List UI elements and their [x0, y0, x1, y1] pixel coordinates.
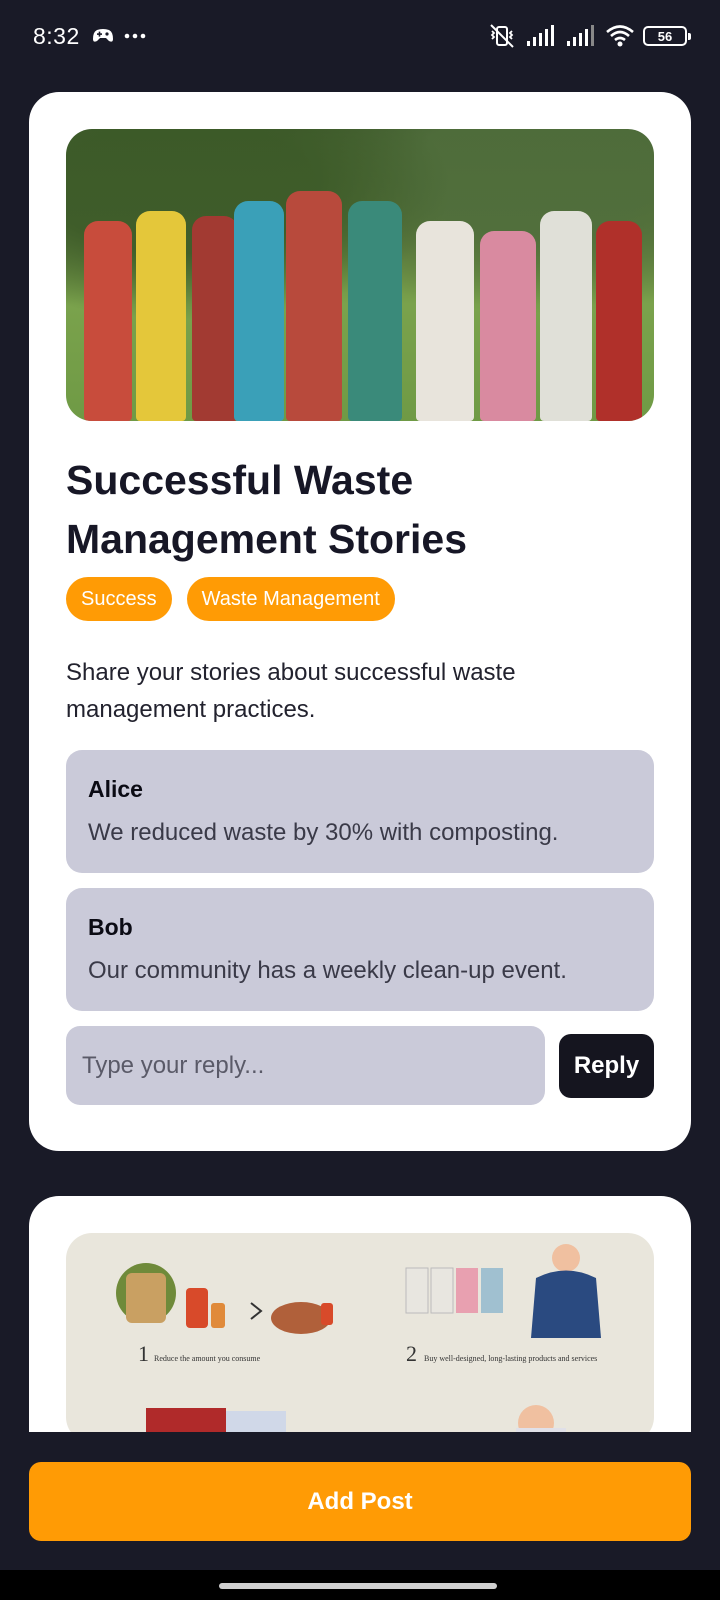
tag-success[interactable]: Success: [66, 577, 172, 621]
mute-vibrate-icon: [487, 23, 517, 49]
photo-figure: [136, 211, 186, 421]
photo-figure: [348, 201, 402, 421]
photo-figure: [192, 216, 238, 421]
infographic-illustration: 1 Reduce the amount you consume 2 Buy we…: [116, 1244, 601, 1432]
step-number: 2: [406, 1341, 417, 1366]
signal-1-icon: [525, 25, 557, 47]
reply-composer: Reply: [66, 1026, 654, 1105]
step-text: Buy well-designed, long-lasting products…: [424, 1354, 597, 1363]
home-indicator[interactable]: [219, 1583, 497, 1589]
reply-item: Bob Our community has a weekly clean-up …: [66, 888, 654, 1011]
reply-item: Alice We reduced waste by 30% with compo…: [66, 750, 654, 873]
post-card: 1 Reduce the amount you consume 2 Buy we…: [29, 1196, 691, 1432]
photo-figure: [540, 211, 592, 421]
battery-level: 56: [657, 28, 673, 44]
post-feed[interactable]: Successful Waste Management Stories Succ…: [0, 72, 720, 1432]
photo-figure: [416, 221, 474, 421]
reply-author: Alice: [88, 776, 143, 802]
tag-waste-management[interactable]: Waste Management: [186, 577, 395, 621]
post-card: Successful Waste Management Stories Succ…: [29, 92, 691, 1151]
photo-figure: [480, 231, 536, 421]
navigation-bar: [0, 1570, 720, 1600]
step-text: Reduce the amount you consume: [154, 1354, 261, 1363]
status-bar: 8:32 56: [0, 0, 720, 72]
post-image-infographic: 1 Reduce the amount you consume 2 Buy we…: [66, 1233, 654, 1432]
step-number: 1: [138, 1341, 149, 1366]
reply-text: Our community has a weekly clean-up even…: [88, 957, 567, 984]
photo-figure: [286, 191, 342, 421]
add-post-button[interactable]: Add Post: [29, 1462, 691, 1541]
photo-figure: [596, 221, 642, 421]
wifi-icon: [605, 24, 635, 48]
post-title: Successful Waste Management Stories: [66, 457, 467, 562]
battery-icon: 56: [643, 26, 691, 46]
reply-input[interactable]: [66, 1026, 545, 1105]
game-controller-icon: [92, 28, 114, 44]
reply-author: Bob: [88, 914, 133, 940]
signal-2-icon: [565, 25, 597, 47]
status-time: 8:32: [33, 22, 80, 49]
tag-list: Success Waste Management: [66, 577, 654, 621]
reply-text: We reduced waste by 30% with composting.: [88, 819, 559, 846]
post-body: Share your stories about successful wast…: [66, 659, 516, 723]
post-image: [66, 129, 654, 421]
reply-button[interactable]: Reply: [559, 1033, 654, 1098]
photo-figure: [84, 221, 132, 421]
more-dots-icon: [124, 33, 146, 39]
photo-figure: [234, 201, 284, 421]
